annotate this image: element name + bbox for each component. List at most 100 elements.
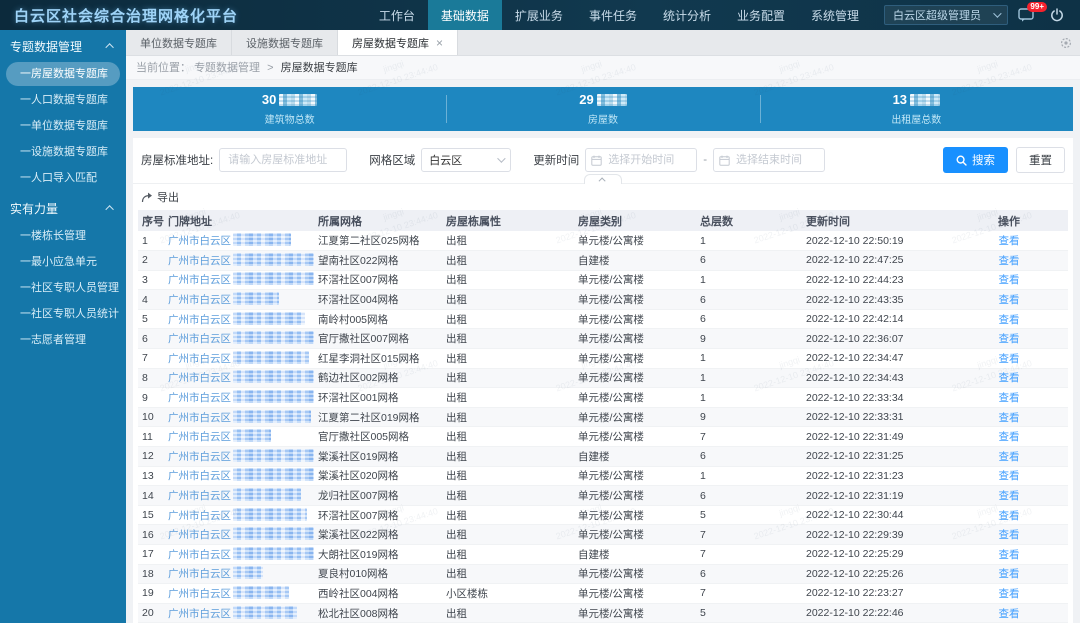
top-header: 白云区社会综合治理网格化平台 工作台 基础数据 扩展业务 事件任务 统计分析 业务配置 系统… xyxy=(0,0,1080,30)
address-prefix: 广州市白云区 xyxy=(168,411,231,424)
cell-address: 广州市白云区 xyxy=(164,426,314,448)
sidebar-item[interactable]: 一最小应急单元 xyxy=(6,250,120,274)
sidebar-item[interactable]: 一志愿者管理 xyxy=(6,328,120,352)
view-link[interactable]: 查看 xyxy=(999,529,1020,541)
cell-action: 查看 xyxy=(950,289,1068,310)
cell-updated: 2022-12-10 22:25:29 xyxy=(802,544,950,565)
export-button[interactable]: 导出 xyxy=(141,189,179,205)
cell-updated: 2022-12-10 22:30:44 xyxy=(802,505,950,526)
view-link[interactable]: 查看 xyxy=(999,392,1020,404)
cell-index: 18 xyxy=(138,564,164,585)
cell-index: 20 xyxy=(138,603,164,623)
view-link[interactable]: 查看 xyxy=(999,274,1020,286)
view-link[interactable]: 查看 xyxy=(999,470,1020,482)
logout-button[interactable] xyxy=(1050,8,1064,22)
cell-address: 广州市白云区 xyxy=(164,368,314,389)
address-input[interactable] xyxy=(219,148,348,172)
grid-area-select[interactable]: 白云区 xyxy=(421,148,512,172)
view-link[interactable]: 查看 xyxy=(999,412,1020,424)
cell-attr: 出租 xyxy=(442,368,574,389)
messages-button[interactable]: 99+ xyxy=(1018,2,1047,22)
tab[interactable]: 单位数据专题库 xyxy=(126,30,232,55)
table-row: 8 广州市白云区 鹤边社区002网格 出租 单元楼/公寓楼 1 2022-12-10 22:… xyxy=(138,368,1068,389)
sidebar-item[interactable]: 一单位数据专题库 xyxy=(6,114,120,138)
close-icon[interactable] xyxy=(436,36,443,50)
cell-action: 查看 xyxy=(950,250,1068,271)
cell-type: 单元楼/公寓楼 xyxy=(574,505,696,526)
cell-type: 单元楼/公寓楼 xyxy=(574,231,696,252)
redacted-value xyxy=(910,93,941,106)
view-link[interactable]: 查看 xyxy=(999,255,1020,267)
tab[interactable]: 房屋数据专题库 xyxy=(338,30,459,55)
cell-address: 广州市白云区 xyxy=(164,564,314,585)
cell-action: 查看 xyxy=(950,505,1068,526)
view-link[interactable]: 查看 xyxy=(999,490,1020,502)
cell-updated: 2022-12-10 22:25:26 xyxy=(802,564,950,585)
cell-grid: 环滘社区001网格 xyxy=(314,387,442,408)
cell-type: 自建楼 xyxy=(574,446,696,467)
view-link[interactable]: 查看 xyxy=(999,451,1020,463)
nav-item[interactable]: 系统管理 xyxy=(798,0,872,30)
tab-label: 单位数据专题库 xyxy=(140,37,217,50)
view-link[interactable]: 查看 xyxy=(999,510,1020,522)
redacted-address xyxy=(233,566,263,580)
sidebar-item[interactable]: 一楼栋长管理 xyxy=(6,224,120,248)
column-header: 所属网格 xyxy=(314,210,442,231)
start-date-input[interactable] xyxy=(585,148,698,172)
reset-button[interactable]: 重置 xyxy=(1016,147,1065,173)
nav-item[interactable]: 业务配置 xyxy=(724,0,798,30)
view-link[interactable]: 查看 xyxy=(999,294,1020,306)
grid-area-value: 白云区 xyxy=(429,155,463,167)
nav-item[interactable]: 统计分析 xyxy=(650,0,724,30)
sidebar-section: 专题数据管理 一房屋数据专题库 一人口数据专题库 一单位数据专题库 一设施数据专题库 一人… xyxy=(0,30,126,190)
cell-attr: 出租 xyxy=(442,407,574,428)
view-link[interactable]: 查看 xyxy=(999,608,1020,620)
end-date-input[interactable] xyxy=(713,148,826,172)
user-dropdown[interactable]: 白云区超级管理员 xyxy=(884,5,1008,25)
notification-badge: 99+ xyxy=(1027,2,1047,12)
breadcrumb-current: 房屋数据专题库 xyxy=(280,62,358,74)
tab[interactable]: 设施数据专题库 xyxy=(232,30,338,55)
sidebar-item[interactable]: 一社区专职人员管理 xyxy=(6,276,120,300)
view-link[interactable]: 查看 xyxy=(999,549,1020,561)
sidebar-item[interactable]: 一人口导入匹配 xyxy=(6,166,120,190)
tab-options-button[interactable] xyxy=(1060,37,1072,52)
redacted-address xyxy=(233,233,291,247)
nav-item[interactable]: 事件任务 xyxy=(576,0,650,30)
sidebar-item[interactable]: 一房屋数据专题库 xyxy=(6,62,120,86)
cell-updated: 2022-12-10 22:34:43 xyxy=(802,368,950,389)
view-link[interactable]: 查看 xyxy=(999,588,1020,600)
chevron-up-icon xyxy=(105,43,114,52)
stat-item: 30 建筑物总数 xyxy=(133,87,446,131)
sidebar-item[interactable]: 一人口数据专题库 xyxy=(6,88,120,112)
cell-attr: 出租 xyxy=(442,387,574,408)
view-link[interactable]: 查看 xyxy=(999,568,1020,580)
sidebar-section-title[interactable]: 实有力量 xyxy=(0,194,126,222)
cell-floors: 7 xyxy=(696,544,802,565)
search-button[interactable]: 搜索 xyxy=(943,147,1008,173)
sidebar: 专题数据管理 一房屋数据专题库 一人口数据专题库 一单位数据专题库 一设施数据专题库 一人… xyxy=(0,30,126,623)
table-head: 序号 门牌地址 所属网格 房屋栋属性 房屋类别 总层数 更新时间 操作 xyxy=(138,210,1068,231)
cell-index: 6 xyxy=(138,328,164,350)
nav-item[interactable]: 扩展业务 xyxy=(502,0,576,30)
address-prefix: 广州市白云区 xyxy=(168,431,231,444)
sidebar-section-label: 实有力量 xyxy=(10,201,59,216)
redacted-address xyxy=(233,390,314,404)
cell-type: 单元楼/公寓楼 xyxy=(574,368,696,389)
sidebar-item[interactable]: 一社区专职人员统计 xyxy=(6,302,120,326)
sidebar-item[interactable]: 一设施数据专题库 xyxy=(6,140,120,164)
nav-item[interactable]: 基础数据 xyxy=(427,0,502,30)
view-link[interactable]: 查看 xyxy=(999,353,1020,365)
cell-updated: 2022-12-10 22:43:35 xyxy=(802,289,950,310)
view-link[interactable]: 查看 xyxy=(999,333,1020,345)
filter-divider xyxy=(133,174,1073,185)
view-link[interactable]: 查看 xyxy=(999,314,1020,326)
sidebar-section-title[interactable]: 专题数据管理 xyxy=(0,32,126,60)
view-link[interactable]: 查看 xyxy=(999,431,1020,443)
view-link[interactable]: 查看 xyxy=(999,372,1020,384)
stat-item: 13 出租屋总数 xyxy=(759,87,1073,131)
table-row: 14 广州市白云区 龙归社区007网格 出租 单元楼/公寓楼 6 2022-12-10 22… xyxy=(138,485,1068,506)
view-link[interactable]: 查看 xyxy=(999,235,1020,247)
collapse-filter-button[interactable] xyxy=(584,174,622,185)
nav-item[interactable]: 工作台 xyxy=(366,0,428,30)
